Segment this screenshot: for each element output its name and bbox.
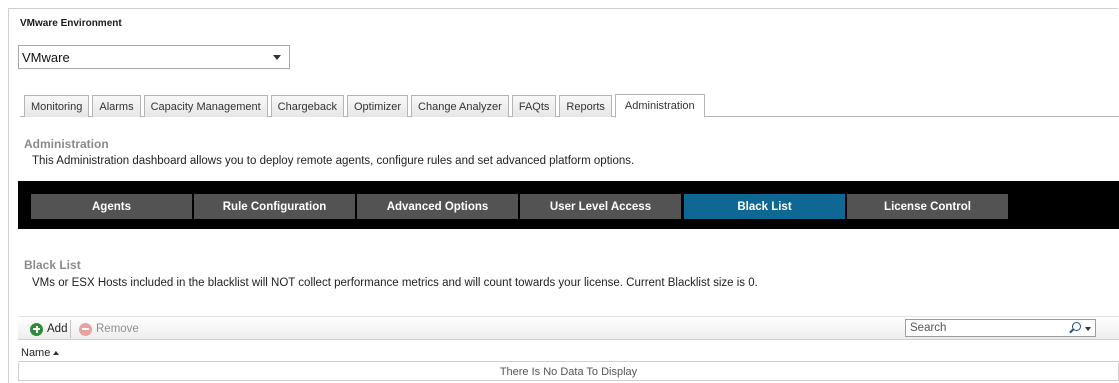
grid-empty-row: There Is No Data To Display xyxy=(18,363,1119,381)
remove-label: Remove xyxy=(96,323,139,335)
chevron-down-icon[interactable] xyxy=(1085,327,1091,331)
column-header-name[interactable]: Name xyxy=(21,347,50,359)
add-button[interactable]: Add xyxy=(30,321,67,337)
nav-user-level-access[interactable]: User Level Access xyxy=(520,194,681,219)
nav-agents[interactable]: Agents xyxy=(31,194,192,219)
sort-ascending-icon xyxy=(53,351,60,355)
tab-chargeback[interactable]: Chargeback xyxy=(270,95,344,117)
nav-license-control[interactable]: License Control xyxy=(847,194,1008,219)
admin-title: Administration xyxy=(24,137,109,151)
remove-icon xyxy=(79,322,92,336)
tab-alarms[interactable]: Alarms xyxy=(92,95,141,117)
environment-select-value: VMware xyxy=(22,49,70,65)
blacklist-description: VMs or ESX Hosts included in the blackli… xyxy=(32,277,758,289)
search-placeholder: Search xyxy=(910,322,947,334)
nav-black-list[interactable]: Black List xyxy=(684,194,845,219)
grid-header: Name xyxy=(18,345,1119,362)
admin-description: This Administration dashboard allows you… xyxy=(32,155,635,167)
nav-advanced-options[interactable]: Advanced Options xyxy=(357,194,518,219)
tab-faqts[interactable]: FAQts xyxy=(511,95,557,117)
tab-capacity-management[interactable]: Capacity Management xyxy=(143,95,268,117)
search-icon[interactable] xyxy=(1072,322,1081,331)
search-input[interactable]: Search xyxy=(905,319,1096,337)
add-icon xyxy=(30,322,43,336)
tab-change-analyzer[interactable]: Change Analyzer xyxy=(411,95,509,117)
tab-monitoring[interactable]: Monitoring xyxy=(24,95,90,117)
nav-rule-configuration[interactable]: Rule Configuration xyxy=(194,194,355,219)
admin-nav-bar: Agents Rule Configuration Advanced Optio… xyxy=(18,181,1119,229)
blacklist-title: Black List xyxy=(24,258,81,272)
tab-administration[interactable]: Administration xyxy=(614,94,705,118)
tab-optimizer[interactable]: Optimizer xyxy=(346,95,409,117)
environment-title: VMware Environment xyxy=(20,18,122,29)
main-tabs: Monitoring Alarms Capacity Management Ch… xyxy=(20,93,1119,118)
tab-reports[interactable]: Reports xyxy=(559,95,612,117)
environment-select[interactable]: VMware xyxy=(18,45,290,69)
add-label: Add xyxy=(47,323,68,335)
remove-button[interactable]: Remove xyxy=(79,321,139,337)
toolbar-divider xyxy=(70,320,71,338)
empty-message: There Is No Data To Display xyxy=(499,365,638,378)
chevron-down-icon[interactable] xyxy=(273,55,281,60)
